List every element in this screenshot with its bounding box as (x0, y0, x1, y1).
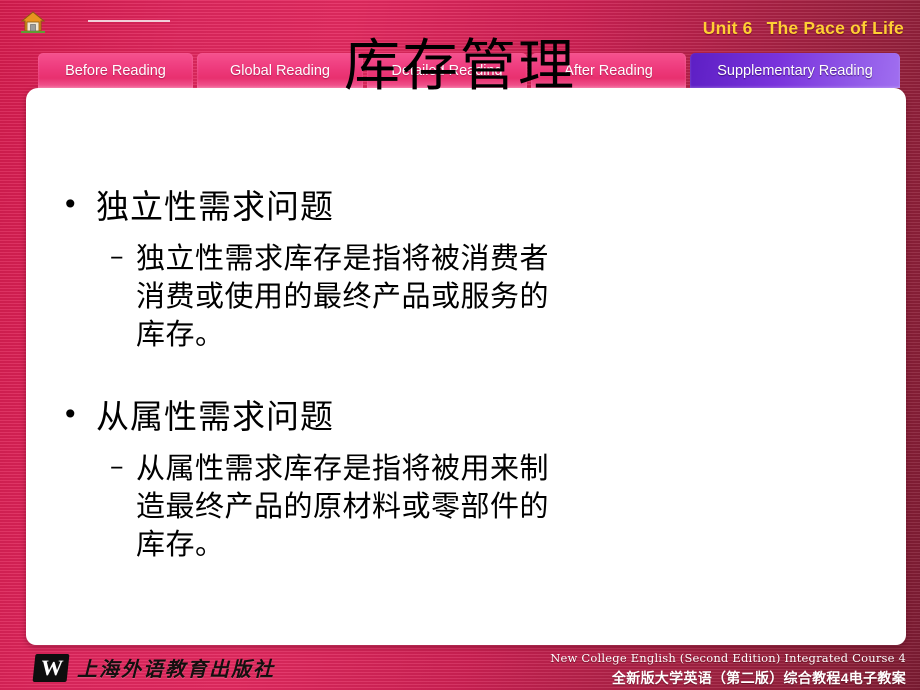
tab-label: Before Reading (65, 62, 166, 79)
bullet-dot-icon: • (62, 188, 79, 221)
bullet-heading-text: 独立性需求问题 (96, 187, 334, 226)
tab-bar: Before Reading Global Reading Detailed R… (0, 53, 920, 89)
bullet-block: • 独立性需求问题 – 独立性需求库存是指将被消费者消费或使用的最终产品或服务的… (62, 187, 886, 354)
home-icon[interactable] (20, 10, 46, 34)
tab-supplementary-reading[interactable]: Supplementary Reading (690, 53, 900, 88)
page-title: Unit 6 The Pace of Life (703, 18, 904, 39)
tab-label: After Reading (564, 62, 653, 79)
dash-bullet-icon: – (110, 450, 124, 482)
bullet-detail-text: 从属性需求库存是指将被用来制造最终产品的原材料或零部件的库存。 (136, 450, 550, 562)
course-credit-cn: 全新版大学英语（第二版）综合教程4电子教案 (611, 669, 906, 686)
content-panel: • 独立性需求问题 – 独立性需求库存是指将被消费者消费或使用的最终产品或服务的… (26, 88, 906, 645)
bullet-detail-text: 独立性需求库存是指将被消费者消费或使用的最终产品或服务的库存。 (136, 240, 550, 352)
tab-before-reading[interactable]: Before Reading (38, 53, 193, 88)
publisher-name: 上海外语教育出版社 (77, 657, 275, 681)
bullet-detail: – 从属性需求库存是指将被用来制造最终产品的原材料或零部件的库存。 (110, 449, 886, 564)
bullet-heading-text: 从属性需求问题 (96, 396, 334, 436)
publisher-mark-icon: W (32, 653, 70, 682)
slide-header: Unit 6 The Pace of Life (0, 0, 920, 48)
tab-detailed-reading[interactable]: Detailed Reading (367, 53, 527, 88)
dash-bullet-icon: – (110, 240, 124, 272)
tab-global-reading[interactable]: Global Reading (197, 53, 363, 88)
publisher-logo: W 上海外语教育出版社 (32, 653, 275, 682)
course-credit: New College English (Second Edition) Int… (550, 651, 906, 688)
course-credit-en: New College English (Second Edition) Int… (550, 651, 906, 665)
unit-number: Unit 6 (702, 18, 753, 38)
bullet-heading: • 独立性需求问题 (62, 187, 886, 227)
tab-after-reading[interactable]: After Reading (531, 53, 686, 88)
tab-label: Global Reading (230, 62, 330, 79)
bullet-dot-icon: • (62, 397, 79, 431)
slide-footer: W 上海外语教育出版社 New College English (Second … (0, 645, 920, 690)
bullet-heading: • 从属性需求问题 (62, 396, 886, 437)
tab-label: Supplementary Reading (717, 62, 873, 79)
header-divider-line (88, 20, 170, 22)
bullet-block: • 从属性需求问题 – 从属性需求库存是指将被用来制造最终产品的原材料或零部件的… (62, 396, 886, 564)
unit-name: The Pace of Life (766, 18, 904, 38)
slide-body: • 独立性需求问题 – 独立性需求库存是指将被消费者消费或使用的最终产品或服务的… (62, 187, 886, 607)
presentation-slide: Unit 6 The Pace of Life Before Reading Gl… (0, 0, 920, 690)
tab-label: Detailed Reading (391, 62, 503, 79)
bullet-detail: – 独立性需求库存是指将被消费者消费或使用的最终产品或服务的库存。 (110, 239, 886, 354)
